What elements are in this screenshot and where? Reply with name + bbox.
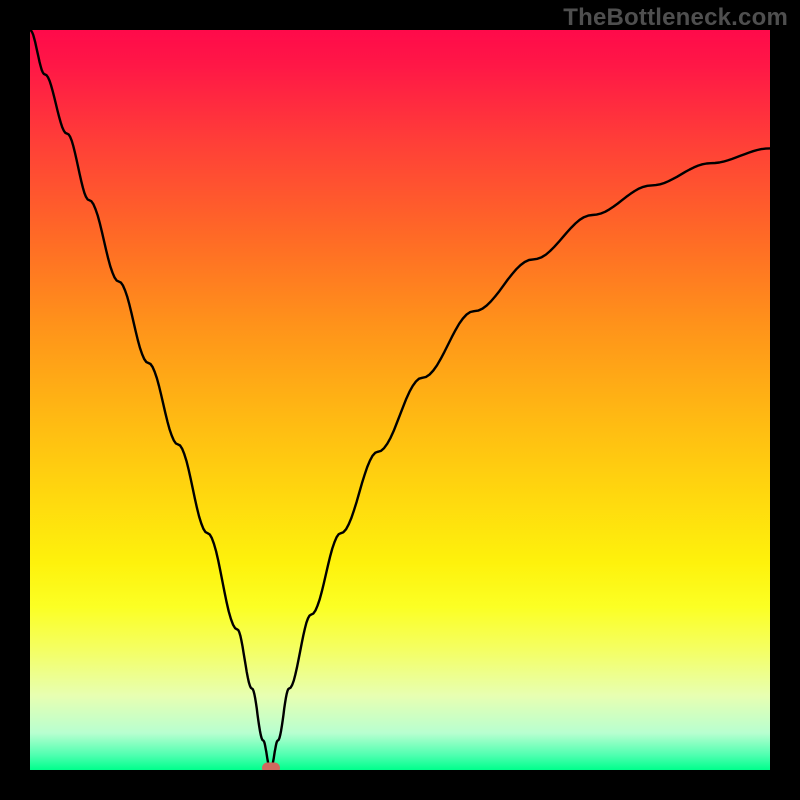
- bottleneck-curve: [30, 30, 770, 770]
- minimum-marker: [262, 763, 280, 771]
- watermark-text: TheBottleneck.com: [563, 4, 788, 32]
- plot-area: [30, 30, 770, 770]
- chart-frame: TheBottleneck.com: [0, 0, 800, 800]
